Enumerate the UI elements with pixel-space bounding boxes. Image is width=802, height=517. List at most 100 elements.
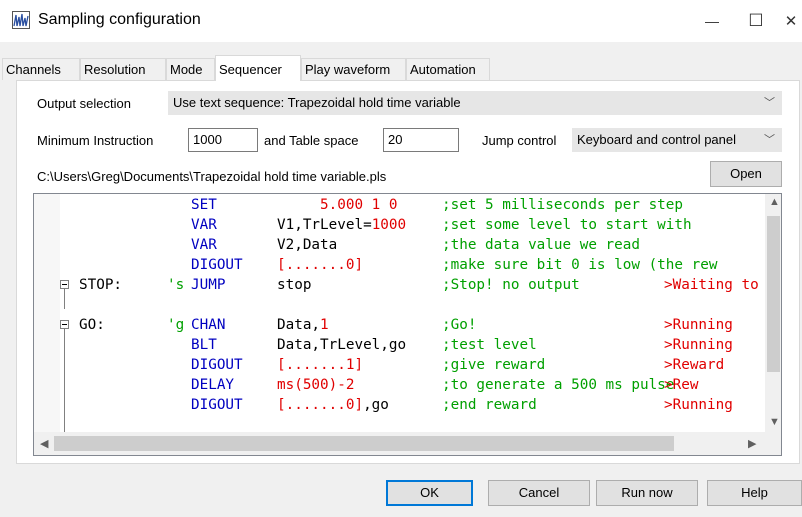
code-argument-part: 1000 [371, 217, 407, 233]
scroll-up-icon[interactable]: ▲ [769, 196, 780, 208]
code-label: GO: [79, 317, 105, 333]
scroll-right-icon[interactable]: ▶ [748, 437, 756, 450]
code-line: BLT Data,TrLevel,go ;test level >Running [34, 335, 765, 355]
ok-button[interactable]: OK [386, 480, 473, 506]
code-comment: ;set 5 milliseconds per step [442, 195, 683, 215]
state-marker: >Running [664, 337, 733, 353]
comment-text: ;set 5 milliseconds per step [442, 197, 684, 213]
tab-play-waveform[interactable]: Play waveform [301, 58, 406, 80]
code-line: DELAY ms(500)-2 ;to generate a 500 ms puls… [34, 375, 765, 395]
tab-resolution[interactable]: Resolution [80, 58, 166, 80]
jump-control-dropdown[interactable]: Keyboard and control panel ﹀ [572, 128, 782, 152]
min-instruction-input[interactable]: 1000 [188, 128, 258, 152]
code-instruction: DIGOUT [191, 357, 243, 373]
code-instruction: DIGOUT [191, 257, 243, 273]
code-line: SET 5.000 1 0 ;set 5 milliseconds per ste… [34, 195, 765, 215]
comment-text: ;set some level to start with [442, 217, 692, 233]
fold-toggle-icon[interactable] [60, 320, 69, 329]
code-line: DIGOUT [.......1] ;give reward >Reward [34, 355, 765, 375]
fold-guide [64, 329, 65, 432]
jump-control-label: Jump control [482, 133, 557, 148]
comment-text: ;make sure bit 0 is low (the rew [442, 257, 718, 273]
cancel-button[interactable]: Cancel [488, 480, 590, 506]
state-marker: >Running [664, 397, 733, 413]
code-argument-part: ,go [363, 397, 389, 413]
window-title: Sampling configuration [38, 11, 201, 28]
maximize-button[interactable]: ☐ [742, 8, 770, 34]
code-arguments: 5.000 1 0 [277, 195, 397, 215]
code-argument-part: 1 [320, 317, 329, 333]
code-argument-part: V1,TrLevel= [277, 217, 372, 233]
vertical-scroll-thumb[interactable] [767, 216, 780, 372]
code-argument-part: stop [277, 277, 312, 293]
code-key: 'g [167, 317, 185, 333]
app-icon [12, 11, 30, 29]
code-argument-part: ms( [277, 377, 303, 393]
chevron-down-icon: ﹀ [764, 97, 775, 109]
horizontal-scroll-thumb[interactable] [54, 436, 674, 451]
code-argument-part: [.......0] [277, 397, 364, 413]
help-button[interactable]: Help [707, 480, 802, 506]
code-comment: ;Go! >Running [442, 315, 733, 335]
close-icon: ✕ [784, 13, 798, 30]
close-button[interactable]: ✕ [784, 8, 798, 34]
state-marker: >Rew [664, 377, 699, 393]
code-instruction: BLT [191, 337, 217, 353]
code-arguments: Data,1 [277, 315, 329, 335]
output-selection-label: Output selection [37, 96, 131, 111]
code-argument-part: V2,Data [277, 237, 338, 253]
comment-text: ;test level [442, 337, 537, 353]
code-instruction: VAR [191, 237, 217, 253]
scroll-down-icon[interactable]: ▼ [769, 416, 780, 428]
code-arguments: V1,TrLevel=1000 [277, 215, 406, 235]
run-now-button[interactable]: Run now [596, 480, 698, 506]
code-instruction: DIGOUT [191, 397, 243, 413]
tab-automation[interactable]: Automation [406, 58, 490, 80]
title-bar: Sampling configuration — ☐ ✕ [0, 0, 802, 42]
output-selection-dropdown[interactable]: Use text sequence: Trapezoidal hold time… [168, 91, 782, 115]
scroll-left-icon[interactable]: ◀ [40, 437, 48, 450]
code-comment: ;the data value we read [442, 235, 640, 255]
comment-text: ;the data value we read [442, 237, 640, 253]
minimize-button[interactable]: — [698, 8, 726, 34]
table-space-input[interactable]: 20 [383, 128, 459, 152]
sequence-editor[interactable]: SET 5.000 1 0 ;set 5 milliseconds per ste… [33, 193, 782, 456]
scroll-corner [765, 432, 781, 455]
code-arguments: ms(500)-2 [277, 375, 354, 395]
output-selection-value: Use text sequence: Trapezoidal hold time… [173, 95, 461, 110]
code-area[interactable]: SET 5.000 1 0 ;set 5 milliseconds per ste… [34, 194, 765, 432]
state-marker: >Reward [664, 357, 725, 373]
jump-control-value: Keyboard and control panel [577, 132, 737, 147]
min-instruction-label: Minimum Instruction [37, 133, 154, 148]
code-instruction: DELAY [191, 377, 235, 393]
table-space-label: and Table space [264, 133, 359, 148]
code-argument-part: [.......0] [277, 257, 364, 273]
tab-channels[interactable]: Channels [2, 58, 80, 80]
comment-text: ;end reward [442, 397, 537, 413]
code-instruction: JUMP [191, 277, 226, 293]
file-path: C:\Users\Greg\Documents\Trapezoidal hold… [37, 169, 387, 184]
fold-guide [64, 289, 65, 309]
open-button[interactable]: Open [710, 161, 782, 187]
minimize-icon: — [705, 13, 719, 29]
code-argument-part: [.......1] [277, 357, 364, 373]
comment-text: ;to generate a 500 ms pulse [442, 377, 675, 393]
code-arguments: V2,Data [277, 235, 337, 255]
code-arguments: Data,TrLevel,go [277, 335, 406, 355]
state-marker: >Running [664, 317, 733, 333]
tab-mode[interactable]: Mode [166, 58, 215, 80]
comment-text: ;Stop! no output [442, 277, 580, 293]
code-arguments: [.......0],go [277, 395, 389, 415]
vertical-scrollbar[interactable]: ▲ ▼ [765, 194, 781, 432]
code-comment: ;test level >Running [442, 335, 733, 355]
code-key: 's [167, 277, 185, 293]
code-comment: ;give reward >Reward [442, 355, 724, 375]
code-argument-part: 500 [302, 377, 329, 393]
tab-sequencer[interactable]: Sequencer [215, 55, 301, 81]
maximize-icon: ☐ [748, 11, 764, 30]
horizontal-scrollbar[interactable]: ◀ ▶ [34, 432, 765, 455]
code-instruction: VAR [191, 217, 217, 233]
code-arguments: stop [277, 275, 311, 295]
fold-toggle-icon[interactable] [60, 280, 69, 289]
